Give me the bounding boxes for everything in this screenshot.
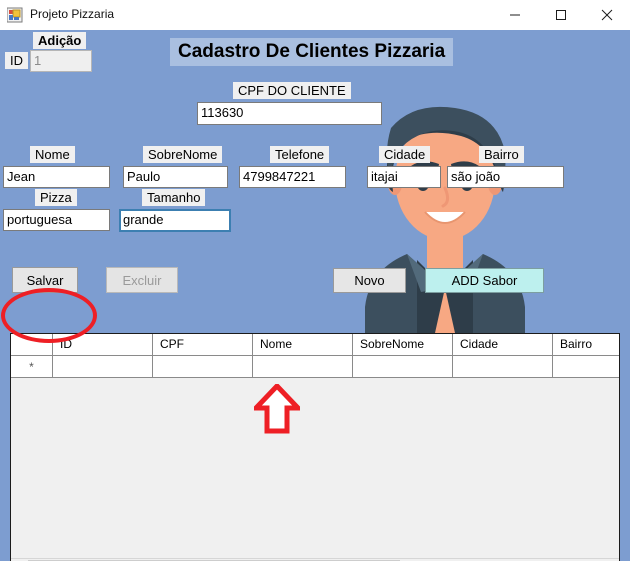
close-icon[interactable]: [584, 0, 630, 30]
label-cidade: Cidade: [379, 146, 431, 163]
input-telefone[interactable]: 4799847221: [239, 166, 346, 188]
table-row[interactable]: *: [11, 356, 619, 378]
column-header-cidade[interactable]: Cidade: [453, 334, 553, 355]
datagrid-header-row: ID CPF Nome SobreNome Cidade Bairro: [11, 334, 619, 356]
label-pizza: Pizza: [35, 189, 77, 206]
new-row-indicator[interactable]: *: [11, 356, 53, 377]
cell-nome[interactable]: [253, 356, 353, 377]
maximize-icon[interactable]: [538, 0, 584, 30]
page-title: Cadastro De Clientes Pizzaria: [170, 38, 454, 66]
cell-id[interactable]: [53, 356, 153, 377]
cell-cpf[interactable]: [153, 356, 253, 377]
clients-datagrid[interactable]: ID CPF Nome SobreNome Cidade Bairro *: [10, 333, 620, 561]
input-cpf[interactable]: 113630: [197, 102, 382, 125]
cell-cidade[interactable]: [453, 356, 553, 377]
input-pizza[interactable]: portuguesa: [3, 209, 110, 231]
input-tamanho[interactable]: grande: [119, 209, 231, 232]
input-sobrenome[interactable]: Paulo: [123, 166, 228, 188]
input-bairro[interactable]: são joão: [447, 166, 564, 188]
label-tamanho: Tamanho: [142, 189, 206, 206]
novo-button[interactable]: Novo: [333, 268, 406, 293]
column-header-nome[interactable]: Nome: [253, 334, 353, 355]
label-bairro: Bairro: [479, 146, 524, 163]
form-body: Cadastro De Clientes Pizzaria Adição ID …: [0, 30, 630, 561]
annotation-arrow-up: [250, 382, 304, 434]
input-id[interactable]: 1: [30, 50, 92, 72]
datagrid-empty-area: [11, 378, 619, 560]
cell-sobrenome[interactable]: [353, 356, 453, 377]
label-nome: Nome: [30, 146, 75, 163]
column-header-bairro[interactable]: Bairro: [553, 334, 619, 355]
minimize-icon[interactable]: [492, 0, 538, 30]
annotation-ellipse-salvar: [1, 288, 97, 343]
excluir-button[interactable]: Excluir: [106, 267, 178, 293]
vb-form-icon: [6, 7, 23, 23]
column-header-cpf[interactable]: CPF: [153, 334, 253, 355]
window-controls: [492, 0, 630, 30]
window-title: Projeto Pizzaria: [30, 7, 115, 21]
section-label-adicao: Adição: [33, 32, 87, 49]
cell-bairro[interactable]: [553, 356, 619, 377]
label-id: ID: [5, 52, 28, 69]
label-cpf: CPF DO CLIENTE: [233, 82, 351, 99]
input-nome[interactable]: Jean: [3, 166, 110, 188]
column-header-sobrenome[interactable]: SobreNome: [353, 334, 453, 355]
label-telefone: Telefone: [270, 146, 330, 163]
add-sabor-button[interactable]: ADD Sabor: [425, 268, 544, 293]
input-cidade[interactable]: itajai: [367, 166, 441, 188]
label-sobrenome: SobreNome: [143, 146, 223, 163]
customer-avatar-illustration: [355, 92, 535, 342]
title-bar: Projeto Pizzaria: [0, 0, 630, 31]
application-window: Projeto Pizzaria Cadastro De Clientes Pi…: [0, 0, 630, 561]
